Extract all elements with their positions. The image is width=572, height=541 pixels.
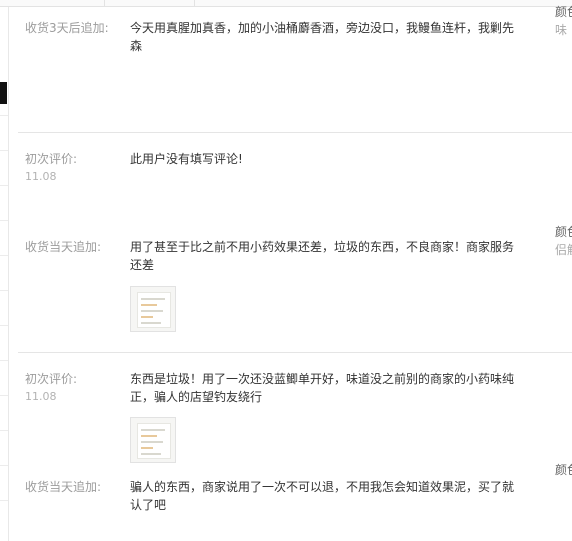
rail-divider (0, 325, 8, 326)
sku-info: 颜色 (555, 461, 572, 479)
append-text: 今天用真腥加真香，加的小油桶麝香酒，旁边没口，我鳗鱼连杆，我剿先森 (130, 21, 515, 53)
side-rail (0, 7, 9, 541)
initial-review-text: 东西是垃圾！用了一次还没蓝鲫单开好，味道没之前别的商家的小药味纯正，骗人的店望钓… (130, 372, 515, 404)
rail-divider (0, 360, 8, 361)
rail-divider (0, 500, 8, 501)
rail-divider (0, 395, 8, 396)
rail-divider (0, 115, 8, 116)
review-page: 收货3天后追加: 今天用真腥加真香，加的小油桶麝香酒，旁边没口，我鳗鱼连杆，我剿… (0, 0, 572, 541)
rail-divider (0, 255, 8, 256)
rail-divider (0, 220, 8, 221)
initial-review-label: 初次评价: (25, 152, 78, 166)
append-label: 收货当天追加: (25, 480, 102, 494)
review-item: 初次评价: 11.08 此用户没有填写评论! 收货当天追加: 用了甚至于比之前不… (18, 133, 572, 352)
append-text: 用了甚至于比之前不用小药效果还差，垃圾的东西，不良商家！商家服务还差 (130, 240, 515, 272)
rail-divider (0, 430, 8, 431)
sku-color: 颜色 (555, 5, 572, 19)
review-date: 11.08 (25, 170, 57, 183)
rail-divider (0, 150, 8, 151)
rail-active-marker[interactable] (0, 82, 7, 104)
sku-info: 颜色 侣触 (555, 223, 572, 259)
sku-extra: 味 (555, 23, 568, 37)
sku-color: 颜色 (555, 225, 572, 239)
review-photo-thumbnail[interactable] (130, 286, 176, 332)
sku-color: 颜色 (555, 463, 572, 477)
review-item: 初次评价: 11.08 东西是垃圾！用了一次还没蓝鲫单开好，味道没之前别的商家的… (18, 353, 572, 541)
review-item: 收货3天后追加: 今天用真腥加真香，加的小油桶麝香酒，旁边没口，我鳗鱼连杆，我剿… (18, 0, 572, 132)
append-label: 收货当天追加: (25, 240, 102, 254)
append-text: 骗人的东西，商家说用了一次不可以退，不用我怎会知道效果泥，买了就认了吧 (130, 480, 515, 512)
rail-divider (0, 465, 8, 466)
review-date: 11.08 (25, 390, 57, 403)
append-label: 收货3天后追加: (25, 21, 109, 35)
sku-info: 颜色 味 (555, 3, 572, 39)
rail-divider (0, 185, 8, 186)
initial-review-text: 此用户没有填写评论! (130, 152, 243, 166)
review-photo-thumbnail[interactable] (130, 417, 176, 463)
rail-divider (0, 290, 8, 291)
sku-extra: 侣触 (555, 243, 572, 257)
initial-review-label: 初次评价: (25, 372, 78, 386)
